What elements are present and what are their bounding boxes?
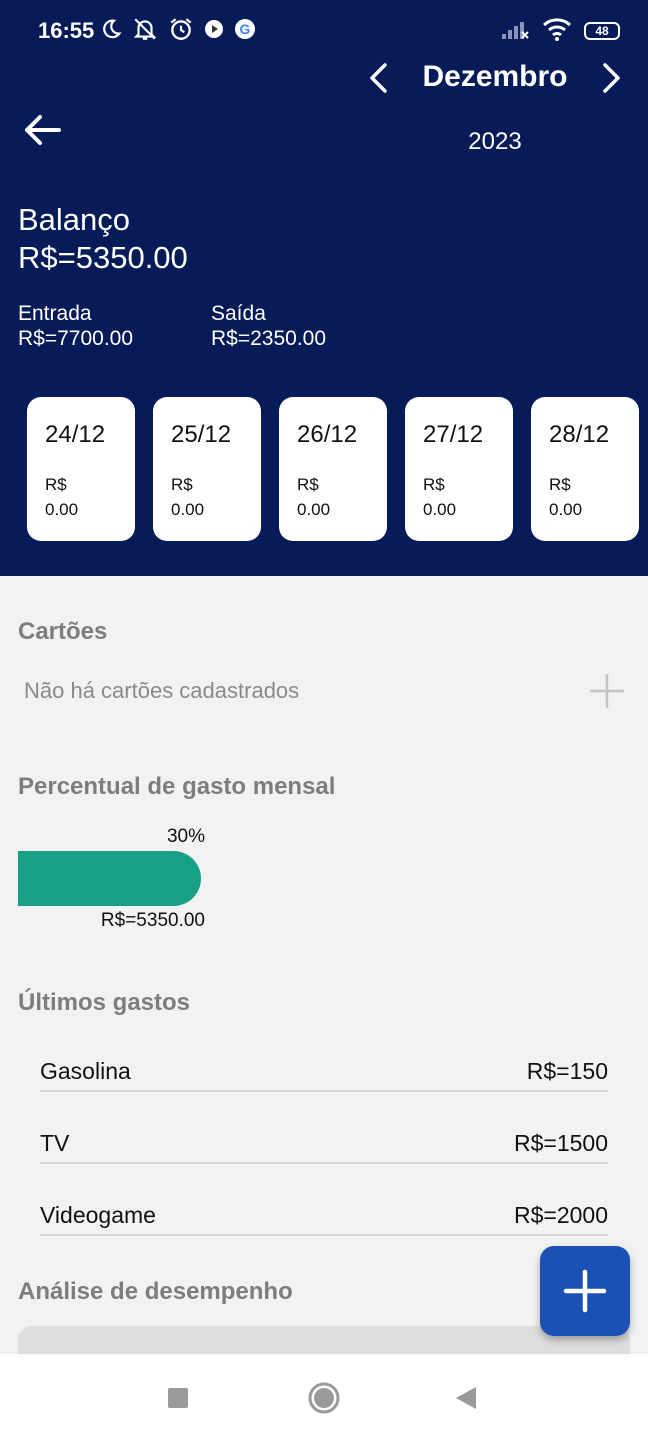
battery-icon: 48 <box>584 22 620 40</box>
month-label: Dezembro <box>422 60 568 93</box>
day-currency: R$ <box>171 475 193 494</box>
spending-section-title: Percentual de gasto mensal <box>18 773 336 800</box>
expense-name: TV <box>40 1130 70 1156</box>
day-currency: R$ <box>423 475 445 494</box>
day-value: 0.00 <box>423 500 457 519</box>
status-icons-right: 48 <box>500 16 620 46</box>
income-value: R$=7700.00 <box>18 327 134 350</box>
spending-amount: R$=5350.00 <box>100 910 205 931</box>
add-expense-button[interactable] <box>540 1246 630 1336</box>
back-arrow-icon[interactable] <box>18 108 66 152</box>
bell-off-icon <box>132 16 158 47</box>
expense-value: R$=150 <box>526 1058 608 1084</box>
alarm-icon <box>168 16 194 47</box>
day-date: 27/12 <box>423 421 484 448</box>
spending-progress-bar <box>18 851 628 906</box>
spending-progress-fill <box>18 851 201 906</box>
back-triangle-icon[interactable] <box>446 1378 486 1418</box>
location-dot-icon <box>204 19 224 44</box>
status-bar: 16:55 G 48 <box>0 0 648 62</box>
expense-row[interactable]: Gasolina R$=150 <box>40 1058 608 1092</box>
recents-square-icon[interactable] <box>158 1378 198 1418</box>
balance-label: Balanço <box>18 202 131 237</box>
expense-name: Gasolina <box>40 1058 131 1084</box>
day-card[interactable]: 24/12 R$ 0.00 <box>27 397 135 541</box>
status-time: 16:55 <box>38 18 95 43</box>
day-date: 25/12 <box>171 421 232 448</box>
day-card[interactable]: 26/12 R$ 0.00 <box>279 397 387 541</box>
day-card[interactable]: 28/12 R$ 0.00 <box>531 397 639 541</box>
day-currency: R$ <box>549 475 571 494</box>
expense-name: Videogame <box>40 1202 156 1228</box>
expense-value: R$=2350.00 <box>211 327 327 350</box>
moon-icon <box>100 18 122 45</box>
expense-row[interactable]: Videogame R$=2000 <box>40 1202 608 1236</box>
day-date: 26/12 <box>297 421 358 448</box>
day-currency: R$ <box>297 475 319 494</box>
plus-icon <box>563 1269 607 1313</box>
no-cards-message: Não há cartões cadastrados <box>24 678 300 703</box>
expense-value: R$=1500 <box>514 1130 608 1156</box>
performance-section-title: Análise de desempenho <box>18 1278 293 1305</box>
day-currency: R$ <box>45 475 67 494</box>
system-nav-bar <box>0 1354 648 1440</box>
svg-text:G: G <box>240 21 251 37</box>
year-label: 2023 <box>468 128 522 155</box>
balance-value: R$=5350.00 <box>18 240 188 275</box>
month-navigator: Dezembro <box>360 56 630 100</box>
wifi-icon <box>542 17 572 46</box>
day-value: 0.00 <box>45 500 79 519</box>
next-month-chevron-icon[interactable] <box>594 60 630 96</box>
day-date: 24/12 <box>45 421 106 448</box>
header: 16:55 G 48 Dezembro 2023 Balanço R$=5350… <box>0 0 648 576</box>
day-date: 28/12 <box>549 421 610 448</box>
day-value: 0.00 <box>549 500 583 519</box>
add-card-plus-icon[interactable] <box>588 672 626 710</box>
expense-row[interactable]: TV R$=1500 <box>40 1130 608 1164</box>
google-icon: G <box>234 18 256 45</box>
spending-percent-label: 30% <box>166 826 205 847</box>
day-card[interactable]: 27/12 R$ 0.00 <box>405 397 513 541</box>
day-value: 0.00 <box>297 500 331 519</box>
home-circle-icon[interactable] <box>304 1378 344 1418</box>
previous-month-chevron-icon[interactable] <box>360 60 396 96</box>
expense-value: R$=2000 <box>514 1202 608 1228</box>
recent-expenses-title: Últimos gastos <box>18 989 191 1016</box>
signal-off-icon <box>500 18 530 45</box>
day-value: 0.00 <box>171 500 205 519</box>
status-icons-left: G <box>100 16 256 46</box>
expense-label: Saída <box>211 302 266 325</box>
income-label: Entrada <box>18 302 92 325</box>
day-card[interactable]: 25/12 R$ 0.00 <box>153 397 261 541</box>
cards-section-title: Cartões <box>18 618 108 645</box>
